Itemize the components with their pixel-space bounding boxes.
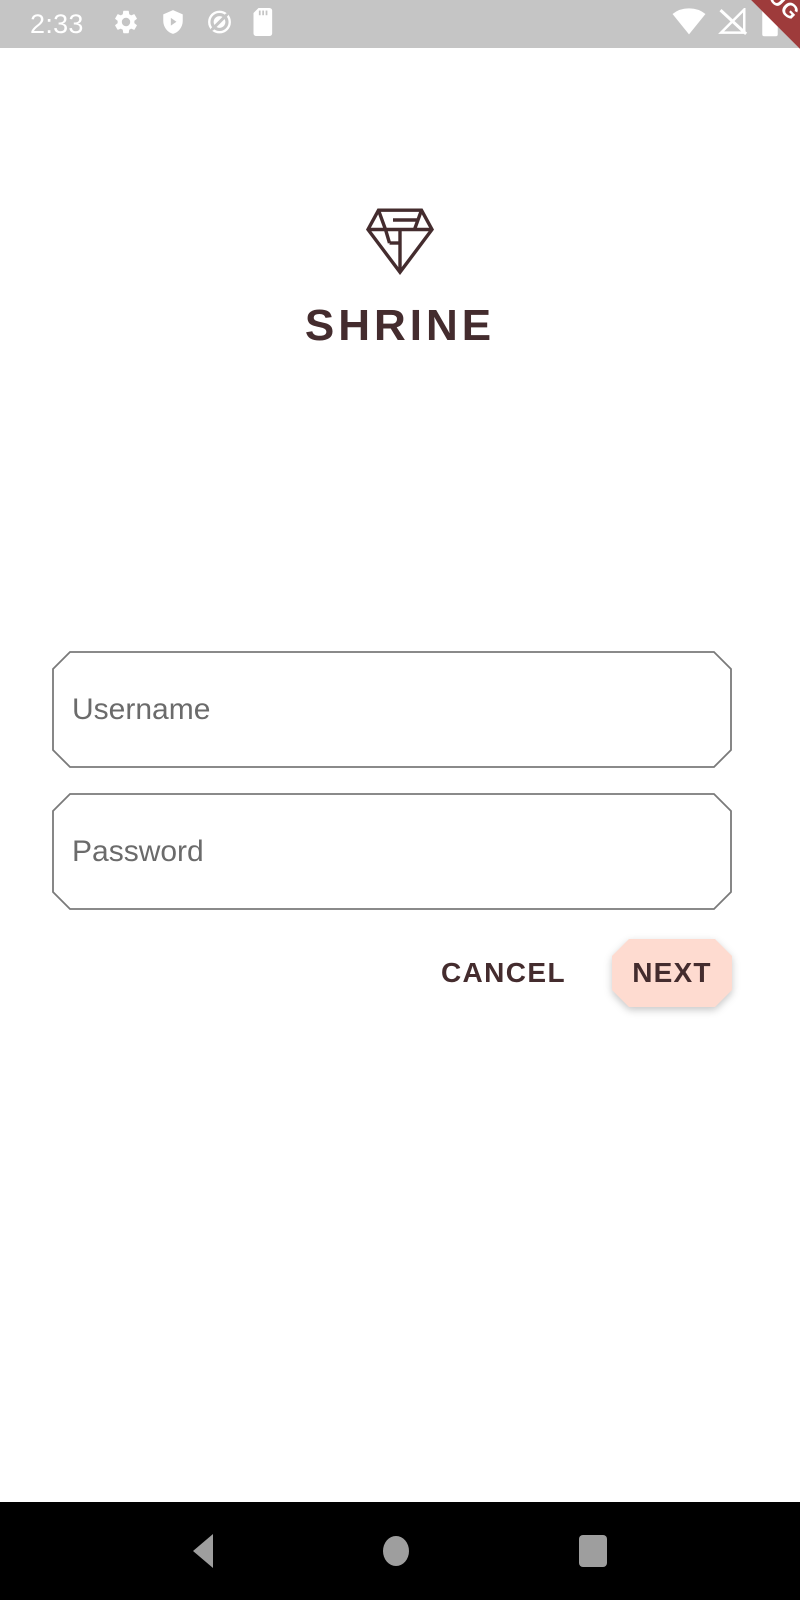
shield-play-icon [160, 8, 186, 41]
next-button[interactable]: NEXT [612, 939, 732, 1007]
next-button-label: NEXT [632, 957, 712, 988]
status-bar-clock: 2:33 [30, 8, 84, 39]
shrine-login-screen: 2:33 SHRINE Username CANCEL NEXT [0, 0, 800, 1600]
password-field[interactable] [52, 793, 732, 910]
cellular-off-icon [718, 5, 748, 41]
cancel-button[interactable]: CANCEL [431, 943, 576, 1003]
home-button-icon[interactable] [383, 1536, 409, 1566]
shrine-logo [0, 207, 800, 275]
username-input[interactable] [72, 651, 712, 768]
form-actions: CANCEL NEXT [52, 928, 732, 1018]
login-content: SHRINE CANCEL NEXT [0, 48, 800, 1502]
android-navigation-bar [0, 1502, 800, 1600]
status-bar-right-icons [672, 5, 784, 42]
status-bar-left-icons [112, 7, 275, 41]
gear-icon [112, 8, 140, 41]
page-title: SHRINE [304, 301, 496, 350]
back-button-icon[interactable] [193, 1534, 213, 1568]
password-input[interactable] [72, 793, 712, 910]
no-entry-slash-icon [206, 8, 233, 41]
username-field[interactable] [52, 651, 732, 768]
recents-button-icon[interactable] [579, 1535, 607, 1567]
sd-card-icon [253, 7, 275, 41]
wifi-icon [672, 7, 706, 41]
android-status-bar: 2:33 [0, 0, 800, 48]
battery-icon [760, 6, 780, 42]
